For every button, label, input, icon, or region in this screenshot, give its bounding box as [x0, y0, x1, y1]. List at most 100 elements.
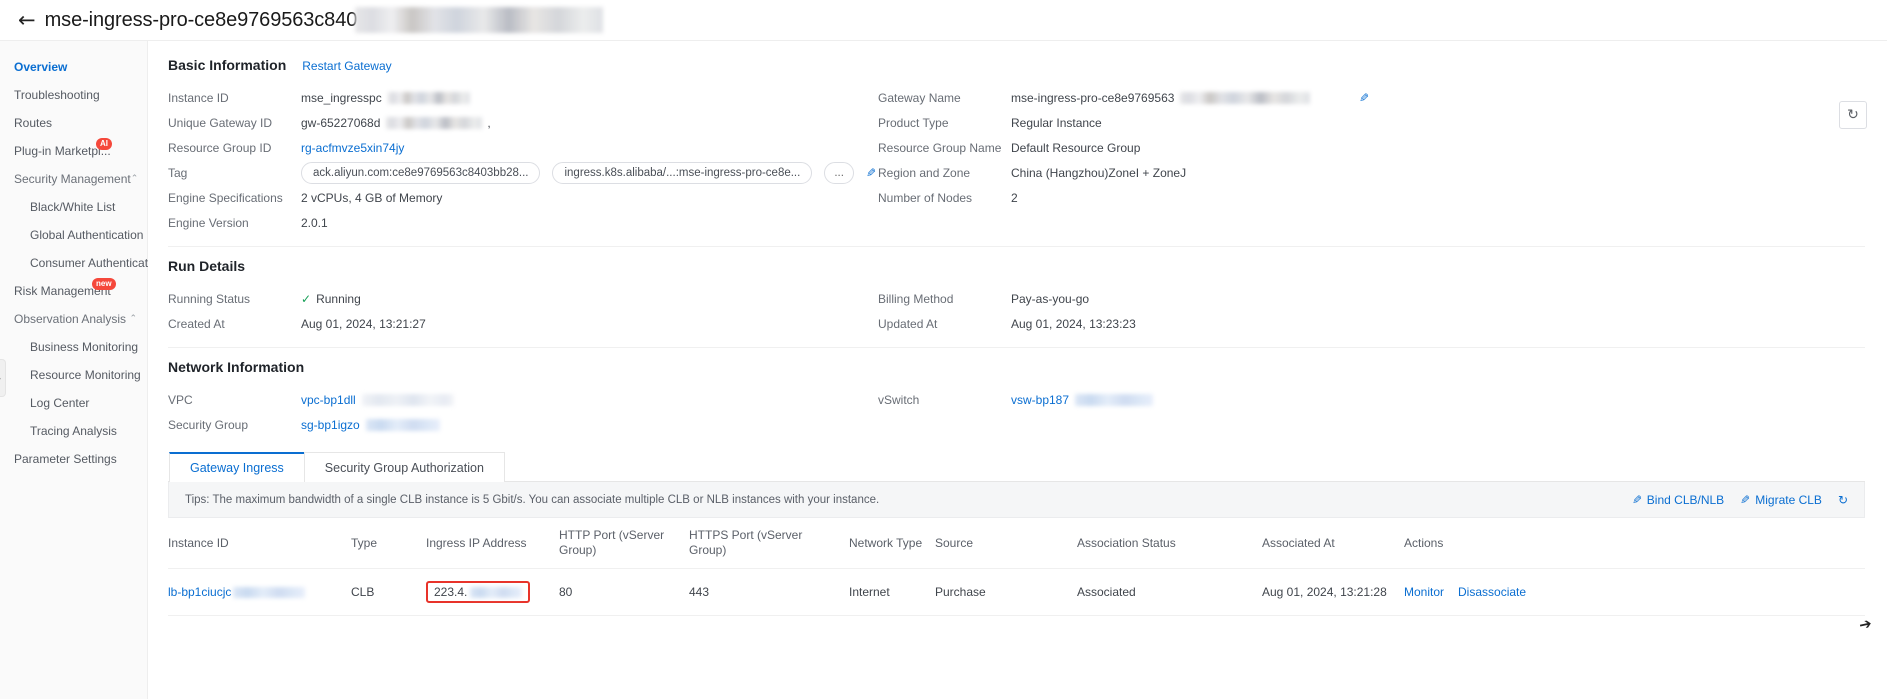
sidebar-item-consumer-authenticat[interactable]: Consumer Authenticat: [0, 249, 148, 277]
sidebar-item-parameter-settings[interactable]: Parameter Settings: [0, 445, 147, 473]
field-label: Security Group: [168, 417, 249, 432]
field-label: Billing Method: [878, 291, 954, 306]
tips-action-migrate-clb[interactable]: ✎ Migrate CLB: [1740, 493, 1822, 507]
refresh-icon[interactable]: ↻: [1838, 493, 1848, 507]
value-text: Aug 01, 2024, 13:23:23: [1011, 316, 1136, 331]
sidebar-item-log-center[interactable]: Log Center: [0, 389, 147, 417]
action-monitor[interactable]: Monitor: [1404, 585, 1444, 599]
sidebar-item-resource-monitoring[interactable]: Resource Monitoring: [0, 361, 147, 389]
table-column-header: Network Type: [849, 518, 935, 569]
network-information-header: Network Information: [168, 359, 1865, 375]
tab-bar: Gateway Ingress Security Group Authorizat…: [168, 451, 1865, 482]
chevron-up-icon[interactable]: ⌃: [131, 173, 139, 184]
value-text[interactable]: rg-acfmvze5xin74jy: [301, 141, 404, 155]
sidebar-item-overview[interactable]: Overview: [0, 53, 147, 81]
sidebar-item-global-authentication[interactable]: Global Authentication: [0, 221, 147, 249]
sidebar-item-security-management[interactable]: Security Management ⌃: [0, 165, 147, 193]
sidebar-item-label: Black/White List: [30, 200, 116, 214]
basic-info-row: Resource Group ID rg-acfmvze5xin74jy: [168, 135, 878, 160]
sidebar-item-label: Troubleshooting: [14, 88, 100, 102]
field-label: Engine Version: [168, 215, 249, 230]
tag-chip[interactable]: ack.aliyun.com:ce8e9769563c8403bb28...: [301, 161, 541, 184]
table-column-header: Instance ID: [168, 518, 351, 569]
sidebar-badge-new: new: [92, 278, 116, 290]
sidebar: Overview Troubleshooting Routes Plug-in Mar…: [0, 40, 148, 699]
table-column-header: Associated At: [1262, 518, 1404, 569]
field-value: rg-acfmvze5xin74jy: [301, 141, 404, 155]
field-label: Updated At: [878, 316, 938, 331]
sidebar-item-label: Log Center: [30, 396, 90, 410]
action-disassociate[interactable]: Disassociate: [1458, 585, 1526, 599]
basic-info-row: Resource Group Name Default Resource Grou…: [878, 135, 1865, 160]
basic-info-row: Engine Version 2.0.1: [168, 210, 878, 235]
sidebar-item-label: Tracing Analysis: [30, 424, 117, 438]
tab-gateway-ingress[interactable]: Gateway Ingress: [169, 452, 305, 482]
run-details-left-column: Running Status ✓ Running Created At Aug 01, …: [168, 286, 878, 336]
value-text: Default Resource Group: [1011, 140, 1141, 155]
redacted-value: [386, 116, 483, 129]
basic-info-row: Number of Nodes 2: [878, 185, 1865, 210]
sidebar-item-routes[interactable]: Routes: [0, 109, 147, 137]
network-info-row: VPC vpc-bp1dll: [168, 387, 878, 412]
refresh-icon[interactable]: ↻: [1839, 101, 1867, 129]
table-column-header: Association Status: [1077, 518, 1262, 569]
chevron-up-icon[interactable]: ⌃: [129, 313, 137, 324]
sidebar-item-plug-in-marketpl[interactable]: Plug-in Marketpl... AI: [0, 137, 147, 165]
cell-ingress-ip: 223.4.: [426, 568, 559, 616]
run-details-row: Created At Aug 01, 2024, 13:21:27: [168, 311, 878, 336]
sidebar-item-label: Parameter Settings: [14, 452, 117, 466]
cell-network-type: Internet: [849, 568, 935, 616]
basic-information-left-column: Instance ID mse_ingresspc Unique Gateway I…: [168, 85, 878, 235]
sidebar-item-business-monitoring[interactable]: Business Monitoring: [0, 333, 147, 361]
arrow-left-icon[interactable]: ←: [18, 9, 36, 31]
sidebar-item-observation-analysis[interactable]: Observation Analysis ⌃: [0, 305, 147, 333]
cell-instance-id: lb-bp1ciucjc: [168, 568, 351, 616]
basic-info-row: Instance ID mse_ingresspc: [168, 85, 878, 110]
field-label: Product Type: [878, 115, 949, 130]
tips-action-bind-clb-nlb[interactable]: ✎ Bind CLB/NLB: [1632, 493, 1724, 507]
edit-icon[interactable]: ✎: [1359, 91, 1369, 105]
table-row: lb-bp1ciucjc CLB 223.4. 80 443 Internet Purcha…: [168, 568, 1865, 616]
field-value: mse-ingress-pro-ce8e9769563 ✎: [1011, 91, 1370, 105]
instance-id-link[interactable]: lb-bp1ciucjc: [168, 585, 231, 599]
value-text: 2.0.1: [301, 215, 328, 230]
sidebar-item-troubleshooting[interactable]: Troubleshooting: [0, 81, 147, 109]
field-label: Region and Zone: [878, 165, 971, 180]
value-text[interactable]: vpc-bp1dll: [301, 393, 356, 407]
basic-info-row: Unique Gateway ID gw-65227068d,: [168, 110, 878, 135]
value-text: 2 vCPUs, 4 GB of Memory: [301, 190, 443, 205]
sidebar-item-risk-management[interactable]: Risk Management new: [0, 277, 147, 305]
page-title: mse-ingress-pro-ce8e9769563c840: [44, 8, 358, 31]
tag-more-chip[interactable]: ...: [824, 161, 854, 184]
field-label: Gateway Name: [878, 90, 961, 105]
sidebar-collapse-handle[interactable]: ›: [0, 359, 6, 397]
redacted-value: [1075, 393, 1154, 406]
sidebar-item-tracing-analysis[interactable]: Tracing Analysis: [0, 417, 147, 445]
tips-action-label: Bind CLB/NLB: [1646, 492, 1725, 507]
tab-security-group-authorization[interactable]: Security Group Authorization: [303, 452, 505, 482]
sidebar-item-label: Security Management: [14, 172, 131, 186]
tag-chip[interactable]: ingress.k8s.alibaba/...:mse-ingress-pro-…: [552, 161, 813, 184]
value-text: mse_ingresspc: [301, 90, 382, 105]
sidebar-item-label: Routes: [14, 116, 53, 130]
restart-gateway-link[interactable]: Restart Gateway: [302, 59, 391, 73]
basic-information-grid: Instance ID mse_ingresspc Unique Gateway I…: [168, 85, 1865, 235]
value-text: mse-ingress-pro-ce8e9769563: [1011, 90, 1175, 105]
field-value: Aug 01, 2024, 13:23:23: [1011, 317, 1136, 331]
ingress-ip-text: 223.4.: [434, 585, 468, 599]
field-value: ack.aliyun.com:ce8e9769563c8403bb28... in…: [301, 161, 876, 184]
section-title-run-details: Run Details: [168, 258, 246, 274]
value-text[interactable]: vsw-bp187: [1011, 393, 1069, 407]
cell-associated-at: Aug 01, 2024, 13:21:28: [1262, 568, 1404, 616]
sidebar-item-label: Resource Monitoring: [30, 368, 141, 382]
value-text[interactable]: sg-bp1igzo: [301, 418, 360, 432]
sidebar-item-black-white-list[interactable]: Black/White List: [0, 193, 147, 221]
field-label: Engine Specifications: [168, 190, 283, 205]
basic-info-row: Product Type Regular Instance: [878, 110, 1865, 135]
edit-icon[interactable]: ✎: [866, 166, 876, 180]
table-column-header: HTTPS Port (vServer Group): [689, 518, 849, 569]
value-text: Aug 01, 2024, 13:21:27: [301, 316, 426, 331]
value-text: Pay-as-you-go: [1011, 291, 1090, 306]
divider: [168, 347, 1865, 348]
table-column-header: Source: [935, 518, 1077, 569]
